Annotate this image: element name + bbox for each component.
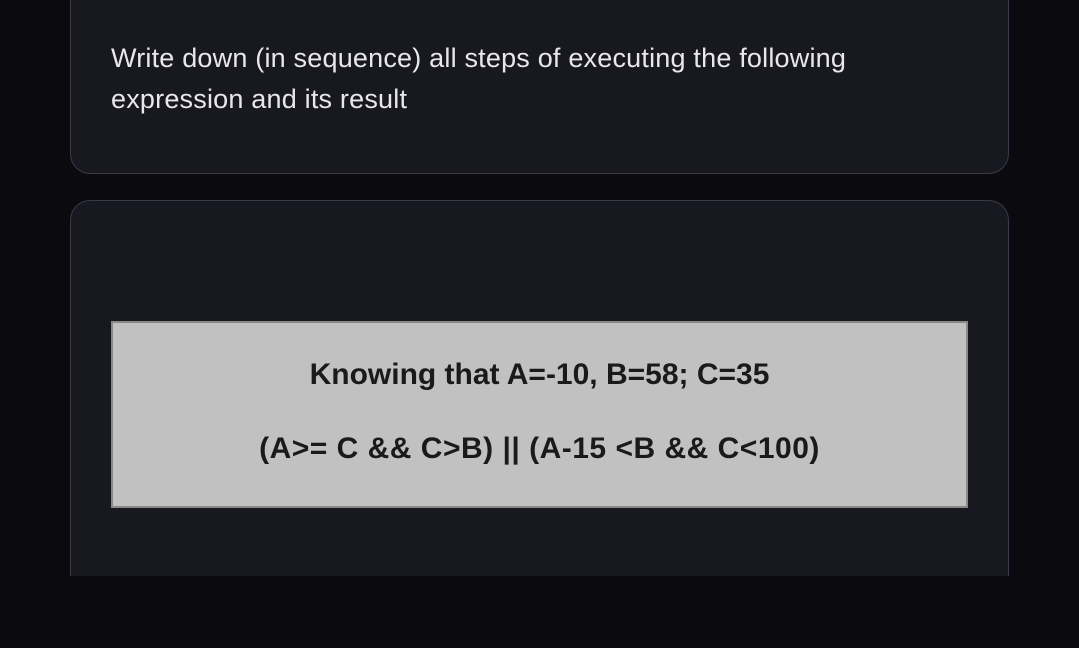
expression-box: Knowing that A=-10, B=58; C=35 (A>= C &&… [111,321,968,508]
expression-text: (A>= C && C>B) || (A-15 <B && C<100) [148,432,931,466]
given-values: Knowing that A=-10, B=58; C=35 [148,358,931,392]
question-prompt-card: Write down (in sequence) all steps of ex… [70,0,1009,174]
expression-card: Knowing that A=-10, B=58; C=35 (A>= C &&… [70,200,1009,576]
prompt-text: Write down (in sequence) all steps of ex… [111,38,968,119]
